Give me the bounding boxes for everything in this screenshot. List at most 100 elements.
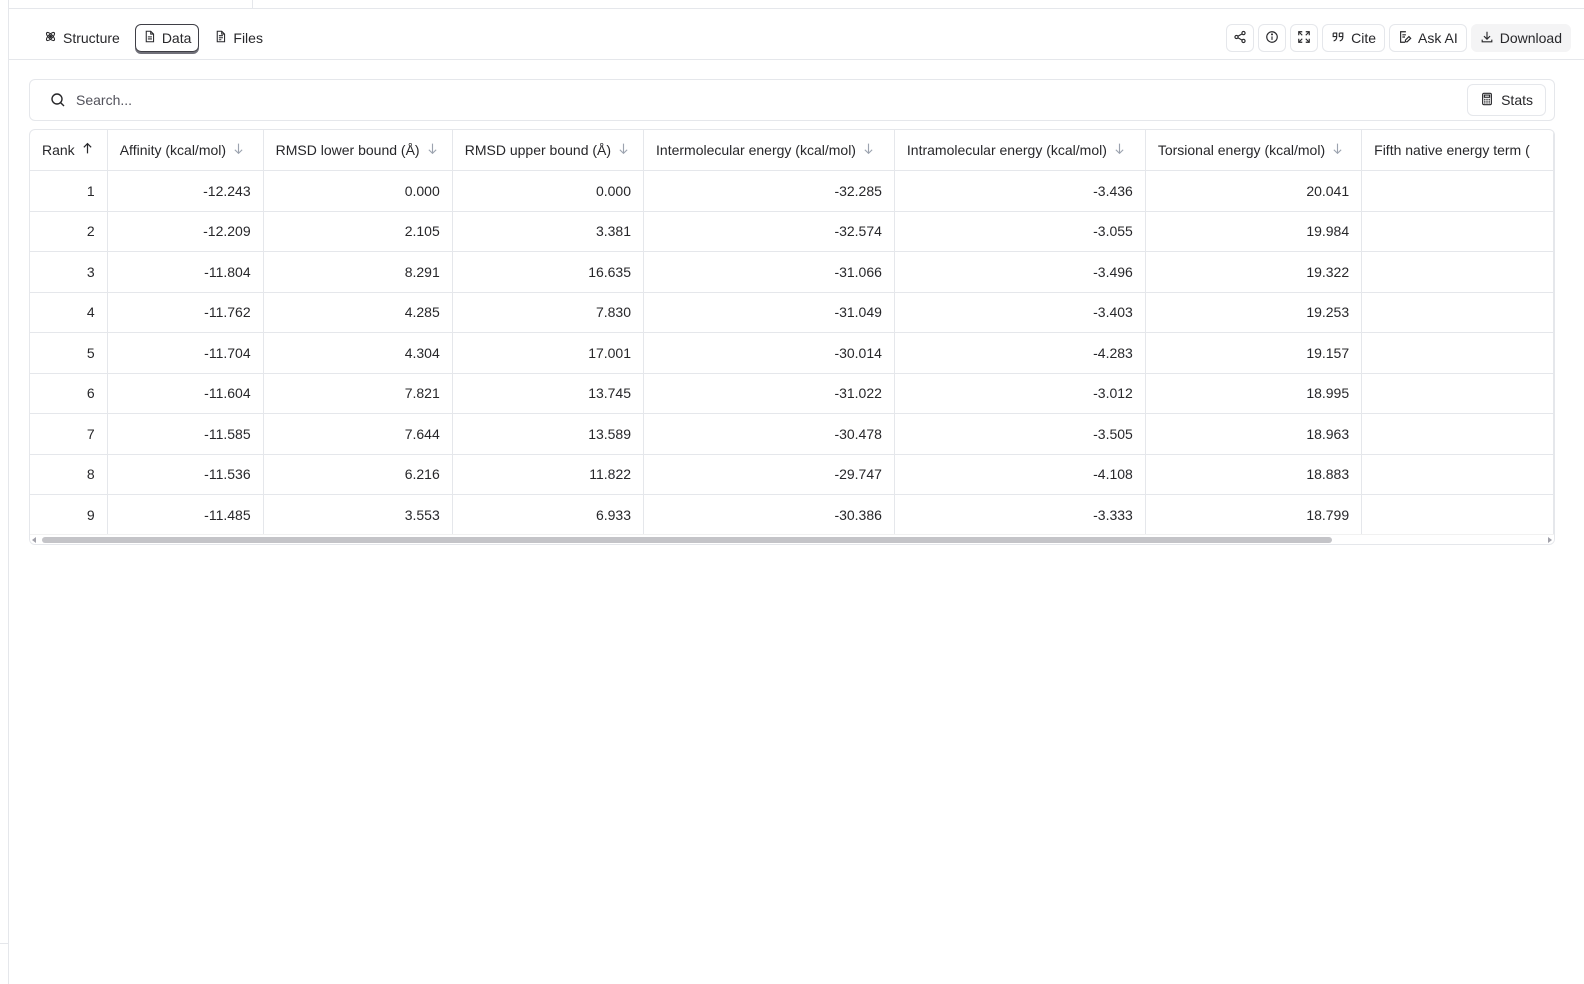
cell-torsional: 18.963	[1145, 413, 1363, 455]
sort-descending-icon	[232, 142, 245, 158]
cell-rank: 3	[30, 251, 108, 293]
column-label: Intramolecular energy (kcal/mol)	[906, 142, 1107, 158]
cell-rmsd-upper: 7.830	[452, 292, 645, 333]
column-label: RMSD upper bound (Å)	[464, 142, 612, 158]
cite-label: Cite	[1351, 30, 1377, 46]
horizontal-scrollbar[interactable]	[30, 534, 1554, 544]
cell-fifth-energy	[1361, 170, 1554, 212]
stats-button[interactable]: Stats	[1467, 84, 1546, 116]
cell-fifth-energy	[1361, 292, 1554, 333]
cell-intramolecular: -3.012	[894, 373, 1146, 414]
tab-files[interactable]: Files	[207, 24, 270, 52]
stats-label: Stats	[1501, 92, 1533, 108]
atom-icon	[44, 30, 57, 46]
cell-rmsd-upper: 16.635	[452, 251, 645, 293]
scroll-left-arrow-icon[interactable]	[32, 537, 36, 543]
ask-ai-button[interactable]: Ask AI	[1389, 24, 1467, 52]
column-header-affinity[interactable]: Affinity (kcal/mol)	[107, 130, 264, 171]
cell-rmsd-lower: 6.216	[263, 454, 453, 495]
table-row[interactable]: 3 -11.804 8.291 16.635 -31.066 -3.496 19.322	[30, 251, 1554, 293]
column-label: Intermolecular energy (kcal/mol)	[656, 142, 856, 158]
cell-rmsd-upper: 3.381	[452, 211, 645, 252]
tab-structure[interactable]: Structure	[37, 24, 127, 52]
table-row[interactable]: 6 -11.604 7.821 13.745 -31.022 -3.012 18.995	[30, 373, 1554, 414]
sort-descending-icon	[1113, 142, 1126, 158]
cell-intermolecular: -30.014	[643, 332, 895, 374]
cell-intermolecular: -30.386	[643, 494, 895, 536]
column-header-intermolecular[interactable]: Intermolecular energy (kcal/mol)	[643, 130, 895, 171]
column-header-rmsd-upper[interactable]: RMSD upper bound (Å)	[452, 130, 645, 171]
cell-rmsd-lower: 4.304	[263, 332, 453, 374]
cell-affinity: -11.604	[107, 373, 264, 414]
scroll-right-arrow-icon[interactable]	[1548, 537, 1552, 543]
column-header-fifth-energy[interactable]: Fifth native energy term (	[1361, 130, 1554, 171]
table-row[interactable]: 2 -12.209 2.105 3.381 -32.574 -3.055 19.984	[30, 211, 1554, 252]
search-input[interactable]	[76, 88, 1376, 112]
table-row[interactable]: 7 -11.585 7.644 13.589 -30.478 -3.505 18.963	[30, 413, 1554, 455]
table-row[interactable]: 4 -11.762 4.285 7.830 -31.049 -3.403 19.253	[30, 292, 1554, 333]
cell-rank: 7	[30, 413, 108, 455]
cell-intermolecular: -30.478	[643, 413, 895, 455]
search-icon	[50, 92, 66, 108]
top-bar: Structure Data Files Cite Ask AI Downloa…	[9, 9, 1584, 60]
cell-rmsd-lower: 0.000	[263, 170, 453, 212]
cell-intermolecular: -32.574	[643, 211, 895, 252]
sort-descending-icon	[617, 142, 630, 158]
ask-ai-label: Ask AI	[1418, 30, 1458, 46]
column-header-rmsd-lower[interactable]: RMSD lower bound (Å)	[263, 130, 453, 171]
share-icon	[1233, 30, 1247, 47]
scrollbar-thumb[interactable]	[42, 537, 1332, 543]
results-table-container: Rank Affinity (kcal/mol) RMSD lower boun…	[29, 129, 1555, 545]
cell-intramolecular: -4.283	[894, 332, 1146, 374]
cell-intramolecular: -3.496	[894, 251, 1146, 293]
cell-affinity: -12.243	[107, 170, 264, 212]
share-button[interactable]	[1226, 24, 1255, 52]
cell-intermolecular: -31.066	[643, 251, 895, 293]
cell-intramolecular: -3.055	[894, 211, 1146, 252]
cell-fifth-energy	[1361, 373, 1554, 414]
tab-data[interactable]: Data	[134, 24, 200, 52]
column-header-torsional[interactable]: Torsional energy (kcal/mol)	[1145, 130, 1363, 171]
table-header-row: Rank Affinity (kcal/mol) RMSD lower boun…	[30, 130, 1554, 171]
cell-affinity: -12.209	[107, 211, 264, 252]
cell-rank: 2	[30, 211, 108, 252]
table-row[interactable]: 5 -11.704 4.304 17.001 -30.014 -4.283 19.157	[30, 332, 1554, 374]
cell-rmsd-upper: 17.001	[452, 332, 645, 374]
cell-affinity: -11.536	[107, 454, 264, 495]
cell-rank: 1	[30, 170, 108, 212]
column-header-intramolecular[interactable]: Intramolecular energy (kcal/mol)	[894, 130, 1146, 171]
download-icon	[1480, 30, 1494, 47]
cell-torsional: 19.322	[1145, 251, 1363, 293]
sort-ascending-icon	[81, 142, 94, 158]
cell-rank: 6	[30, 373, 108, 414]
cell-affinity: -11.485	[107, 494, 264, 536]
cite-button[interactable]: Cite	[1322, 24, 1386, 52]
table-row[interactable]: 8 -11.536 6.216 11.822 -29.747 -4.108 18.883	[30, 454, 1554, 495]
sort-descending-icon	[426, 142, 439, 158]
column-label: RMSD lower bound (Å)	[275, 142, 420, 158]
tab-label: Data	[161, 30, 192, 46]
download-label: Download	[1499, 30, 1562, 46]
cell-intermolecular: -31.022	[643, 373, 895, 414]
table-row[interactable]: 9 -11.485 3.553 6.933 -30.386 -3.333 18.799	[30, 494, 1554, 536]
frame-divider	[252, 0, 253, 8]
table-body: 1 -12.243 0.000 0.000 -32.285 -3.436 20.041 2 -1…	[30, 170, 1554, 536]
info-button[interactable]	[1258, 24, 1287, 52]
cell-rmsd-lower: 7.644	[263, 413, 453, 455]
frame-left-border	[8, 0, 9, 984]
cell-intramolecular: -3.333	[894, 494, 1146, 536]
download-button[interactable]: Download	[1470, 24, 1571, 52]
cell-intramolecular: -3.436	[894, 170, 1146, 212]
cell-affinity: -11.762	[107, 292, 264, 333]
table-row[interactable]: 1 -12.243 0.000 0.000 -32.285 -3.436 20.041	[30, 170, 1554, 212]
cell-fifth-energy	[1361, 211, 1554, 252]
fullscreen-button[interactable]	[1290, 24, 1319, 52]
cell-intramolecular: -3.505	[894, 413, 1146, 455]
expand-icon	[1297, 30, 1311, 47]
cell-rmsd-upper: 13.589	[452, 413, 645, 455]
column-header-rank[interactable]: Rank	[30, 130, 108, 171]
info-icon	[1265, 30, 1279, 47]
cell-torsional: 18.799	[1145, 494, 1363, 536]
cell-intramolecular: -4.108	[894, 454, 1146, 495]
column-label: Torsional energy (kcal/mol)	[1157, 142, 1326, 158]
